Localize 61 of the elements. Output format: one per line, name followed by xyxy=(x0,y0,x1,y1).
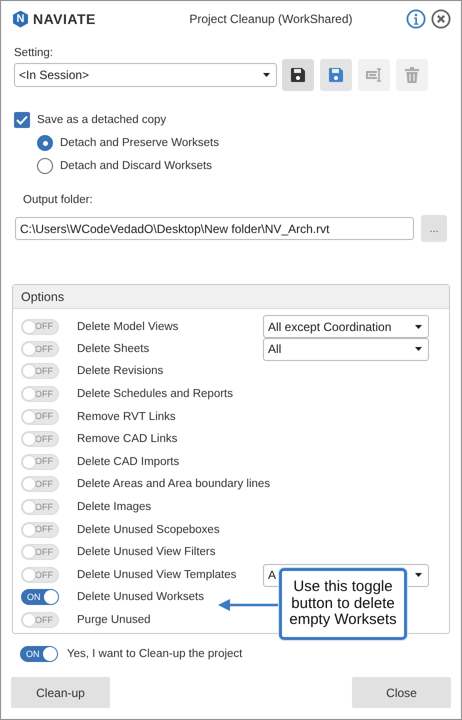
toggle-switch[interactable]: OFF xyxy=(21,499,59,516)
option-label: Delete Schedules and Reports xyxy=(77,388,233,400)
option-dropdown[interactable]: All except Coordination xyxy=(263,315,429,338)
setting-label: Setting: xyxy=(14,47,54,59)
radio-button[interactable] xyxy=(37,158,53,174)
toggle-switch[interactable]: OFF xyxy=(21,612,59,628)
option-label: Delete Model Views xyxy=(77,320,178,332)
toggle-switch[interactable]: OFF xyxy=(21,318,59,334)
rename-icon xyxy=(365,68,383,82)
trash-icon xyxy=(405,67,419,83)
panel-header: Options xyxy=(13,285,449,309)
brand-name: NAVIATE xyxy=(33,11,96,27)
arrow xyxy=(218,599,280,611)
option-label: Purge Unused xyxy=(77,614,151,626)
radio-button[interactable] xyxy=(37,135,53,151)
caret-icon xyxy=(415,347,422,352)
info-icon[interactable] xyxy=(406,9,426,29)
option-dropdown[interactable]: All xyxy=(263,338,429,361)
toggle-switch[interactable]: OFF xyxy=(21,522,59,538)
caret-icon xyxy=(263,73,270,77)
toggle-switch[interactable]: OFF xyxy=(21,363,59,380)
option-label: Delete Unused Worksets xyxy=(77,591,204,604)
close-icon[interactable] xyxy=(431,9,451,29)
option-label: Delete Unused Scopeboxes xyxy=(77,524,220,536)
dialog-button[interactable]: Clean-up xyxy=(11,677,110,708)
option-label: Delete Unused View Filters xyxy=(77,546,216,558)
option-label: Delete Sheets xyxy=(77,343,150,356)
confirm-label: Yes, I want to Clean-up the project xyxy=(67,648,242,660)
toggle-switch[interactable]: ON xyxy=(21,589,59,606)
setting-dropdown[interactable]: <In Session> xyxy=(14,63,277,87)
caret-icon xyxy=(415,573,422,578)
toggle-switch[interactable]: OFF xyxy=(21,341,59,358)
save-as-button[interactable] xyxy=(320,59,352,91)
callout-tooltip: Use this toggle button to delete empty Worksets xyxy=(279,568,407,640)
option-label: Delete Revisions xyxy=(77,365,164,378)
option-label: Delete CAD Imports xyxy=(77,456,180,468)
option-label: Remove RVT Links xyxy=(77,410,176,423)
browse-button[interactable]: ... xyxy=(421,215,447,242)
toggle-switch[interactable]: OFF xyxy=(21,476,59,492)
logo-mark: N xyxy=(13,10,28,28)
window-title: Project Cleanup (WorkShared) xyxy=(188,12,354,26)
path-field[interactable]: C:\Users\WCodeVedadO\Desktop\New folder\NV_Arch.rvt xyxy=(15,217,414,240)
option-label: Delete Images xyxy=(77,501,152,514)
dialog-button[interactable]: Close xyxy=(352,677,451,708)
toggle-switch[interactable]: OFF xyxy=(21,544,59,560)
option-label: Delete Areas and Area boundary lines xyxy=(77,478,270,490)
toggle-switch[interactable]: OFF xyxy=(21,408,59,425)
radio-label: Detach and Preserve Worksets xyxy=(60,137,219,149)
checkbox[interactable] xyxy=(14,112,30,128)
toggle-switch[interactable]: OFF xyxy=(21,567,59,584)
radio-label: Detach and Discard Worksets xyxy=(60,160,212,172)
toggle-switch[interactable]: ON xyxy=(20,646,58,662)
option-label: Delete Unused View Templates xyxy=(77,569,236,582)
toggle-switch[interactable]: OFF xyxy=(21,454,59,470)
toggle-switch[interactable]: OFF xyxy=(21,431,59,448)
checkbox-label: Save as a detached copy xyxy=(37,114,166,126)
output-folder-label: Output folder: xyxy=(23,194,94,206)
option-label: Remove CAD Links xyxy=(77,433,178,446)
toggle-switch[interactable]: OFF xyxy=(21,386,59,402)
caret-icon xyxy=(415,324,422,328)
save-button[interactable] xyxy=(282,59,314,91)
